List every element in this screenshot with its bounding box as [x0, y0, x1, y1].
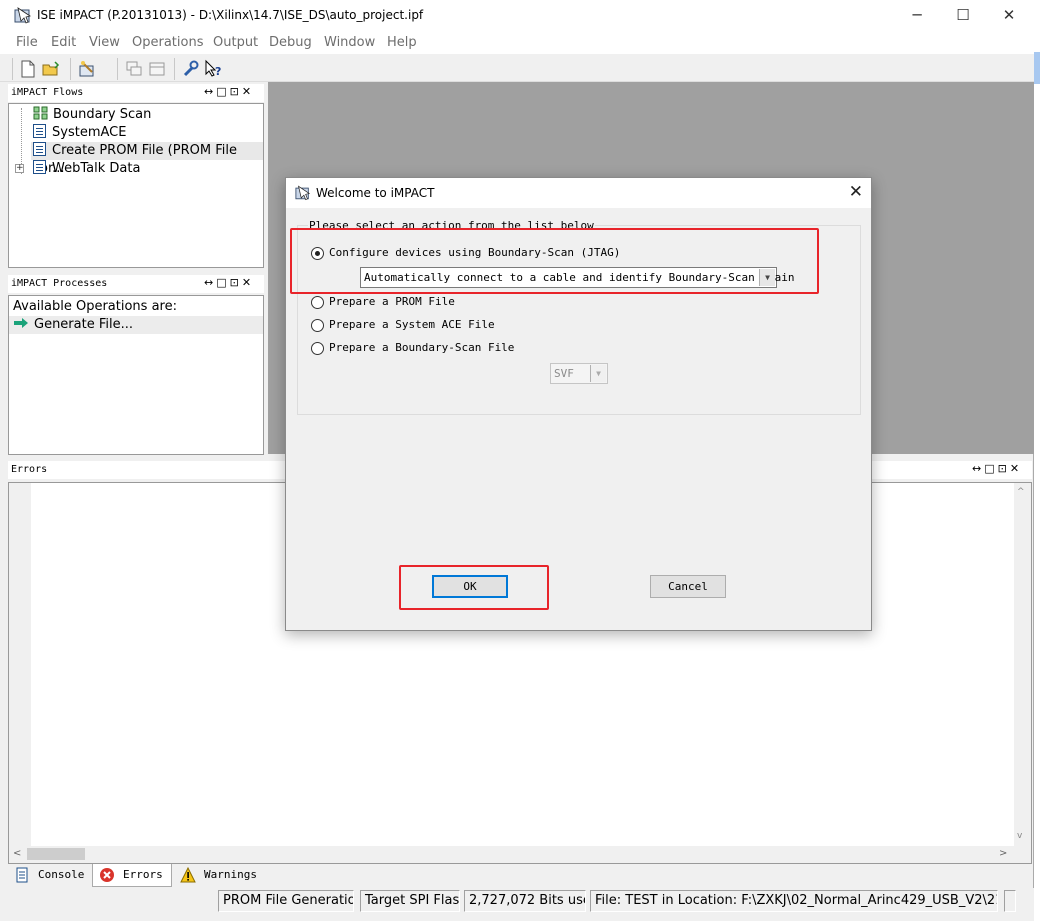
scroll-right-icon[interactable]: >	[999, 848, 1007, 859]
status-mode: PROM File Generation	[218, 890, 354, 912]
status-bits-used: 2,727,072 Bits used	[464, 890, 586, 912]
open-folder-icon[interactable]	[41, 59, 61, 79]
maximize-button[interactable]: ☐	[940, 0, 986, 31]
warning-icon	[180, 867, 196, 883]
background-window-edge	[1034, 0, 1040, 921]
flow-boundary-scan[interactable]: Boundary Scan	[33, 106, 151, 124]
processes-panel-title: iMPACT Processes	[11, 278, 108, 289]
green-arrow-icon	[14, 318, 28, 328]
menu-edit[interactable]: Edit	[51, 35, 76, 50]
scroll-left-icon[interactable]: <	[13, 848, 21, 859]
vertical-scrollbar[interactable]: ^ v	[1014, 483, 1031, 846]
flow-label: SystemACE	[52, 125, 127, 140]
svg-text:?: ?	[215, 65, 221, 78]
option-label-prepare-system-ace: Prepare a System ACE File	[329, 318, 495, 331]
scroll-thumb[interactable]	[27, 848, 85, 860]
title-bar: ISE iMPACT (P.20131013) - D:\Xilinx\14.7…	[0, 0, 1034, 31]
expand-toggle-icon[interactable]: +	[15, 164, 24, 173]
radio-prepare-system-ace[interactable]	[311, 319, 324, 332]
boundary-scan-icon	[33, 106, 48, 120]
menu-file[interactable]: File	[16, 35, 38, 50]
dialog-title-bar: Welcome to iMPACT ✕	[286, 178, 871, 208]
panel-controls[interactable]: ↔□⊡✕	[204, 85, 254, 98]
scan-file-format-value: SVF	[554, 367, 574, 380]
processes-panel-header: iMPACT Processes ↔□⊡✕	[8, 275, 264, 293]
menu-bar: File Edit View Operations Output Debug W…	[0, 31, 1034, 54]
window-title: ISE iMPACT (P.20131013) - D:\Xilinx\14.7…	[37, 8, 424, 22]
scroll-down-icon[interactable]: v	[1017, 831, 1022, 841]
menu-output[interactable]: Output	[213, 35, 258, 50]
cancel-button[interactable]: Cancel	[650, 575, 726, 598]
panel-controls[interactable]: ↔□⊡✕	[204, 276, 254, 289]
process-label: Generate File...	[34, 317, 133, 332]
document-icon	[33, 160, 46, 174]
flows-panel-header: iMPACT Flows ↔□⊡✕	[8, 84, 264, 102]
process-generate-file[interactable]: Generate File...	[9, 316, 263, 334]
status-file-location: File: TEST in Location: F:\ZXKJ\02_Norma…	[590, 890, 998, 912]
flows-panel-title: iMPACT Flows	[11, 87, 84, 98]
option-label-prepare-boundary-scan-file: Prepare a Boundary-Scan File	[329, 341, 515, 354]
tab-label: Console	[38, 868, 85, 881]
radio-prepare-boundary-scan-file[interactable]	[311, 342, 324, 355]
flow-label: Boundary Scan	[53, 107, 152, 122]
menu-operations[interactable]: Operations	[132, 35, 203, 50]
close-button[interactable]: ✕	[986, 0, 1032, 31]
cascade-windows-icon[interactable]	[124, 59, 144, 79]
tab-console[interactable]: Console	[8, 864, 90, 887]
menu-view[interactable]: View	[89, 35, 120, 50]
highlight-jtag-option	[290, 228, 819, 294]
tab-errors[interactable]: Errors	[92, 864, 172, 887]
error-icon	[100, 868, 114, 882]
wizard-icon[interactable]	[77, 59, 97, 79]
tab-label: Errors	[123, 868, 163, 881]
output-tabs: Console Errors Warnings	[8, 864, 1032, 888]
dialog-close-icon[interactable]: ✕	[849, 182, 863, 202]
context-help-icon[interactable]: ?	[204, 59, 224, 79]
console-icon	[16, 867, 28, 883]
new-file-icon[interactable]	[18, 59, 38, 79]
flow-label: WebTalk Data	[52, 161, 141, 176]
size-grip	[1004, 890, 1016, 912]
impact-app-icon	[14, 7, 31, 24]
minimize-button[interactable]: ─	[894, 0, 940, 31]
processes-list: Available Operations are: Generate File.…	[8, 295, 264, 455]
option-label-prepare-prom: Prepare a PROM File	[329, 295, 455, 308]
menu-debug[interactable]: Debug	[269, 35, 312, 50]
flow-systemace[interactable]: SystemACE	[33, 124, 126, 142]
wrench-icon[interactable]	[181, 59, 201, 79]
flows-tree: Boundary Scan SystemACE Create PROM File…	[8, 103, 264, 268]
document-icon	[33, 124, 46, 138]
impact-app-icon	[295, 185, 311, 201]
scroll-up-icon[interactable]: ^	[1017, 487, 1025, 497]
tab-label: Warnings	[204, 868, 257, 881]
radio-prepare-prom[interactable]	[311, 296, 324, 309]
scan-file-format-select: SVF ▼	[550, 363, 608, 384]
tile-windows-icon[interactable]	[147, 59, 167, 79]
highlight-ok-button	[399, 565, 549, 610]
document-icon	[33, 142, 46, 156]
panel-controls[interactable]: ↔□⊡✕	[972, 462, 1022, 475]
tab-warnings[interactable]: Warnings	[174, 864, 264, 887]
dialog-title: Welcome to iMPACT	[316, 186, 435, 200]
menu-help[interactable]: Help	[387, 35, 417, 50]
line-gutter	[9, 483, 31, 846]
flow-webtalk-data[interactable]: WebTalk Data	[33, 160, 140, 178]
status-bar: PROM File Generation Target SPI Flash 2,…	[0, 888, 1034, 921]
chevron-down-icon: ▼	[590, 365, 606, 382]
errors-panel-title: Errors	[11, 464, 48, 475]
processes-heading: Available Operations are:	[13, 299, 177, 314]
flow-create-prom-file[interactable]: Create PROM File (PROM File For...	[31, 142, 263, 176]
status-target: Target SPI Flash	[360, 890, 460, 912]
menu-window[interactable]: Window	[324, 35, 375, 50]
horizontal-scrollbar[interactable]: < >	[9, 846, 1031, 863]
